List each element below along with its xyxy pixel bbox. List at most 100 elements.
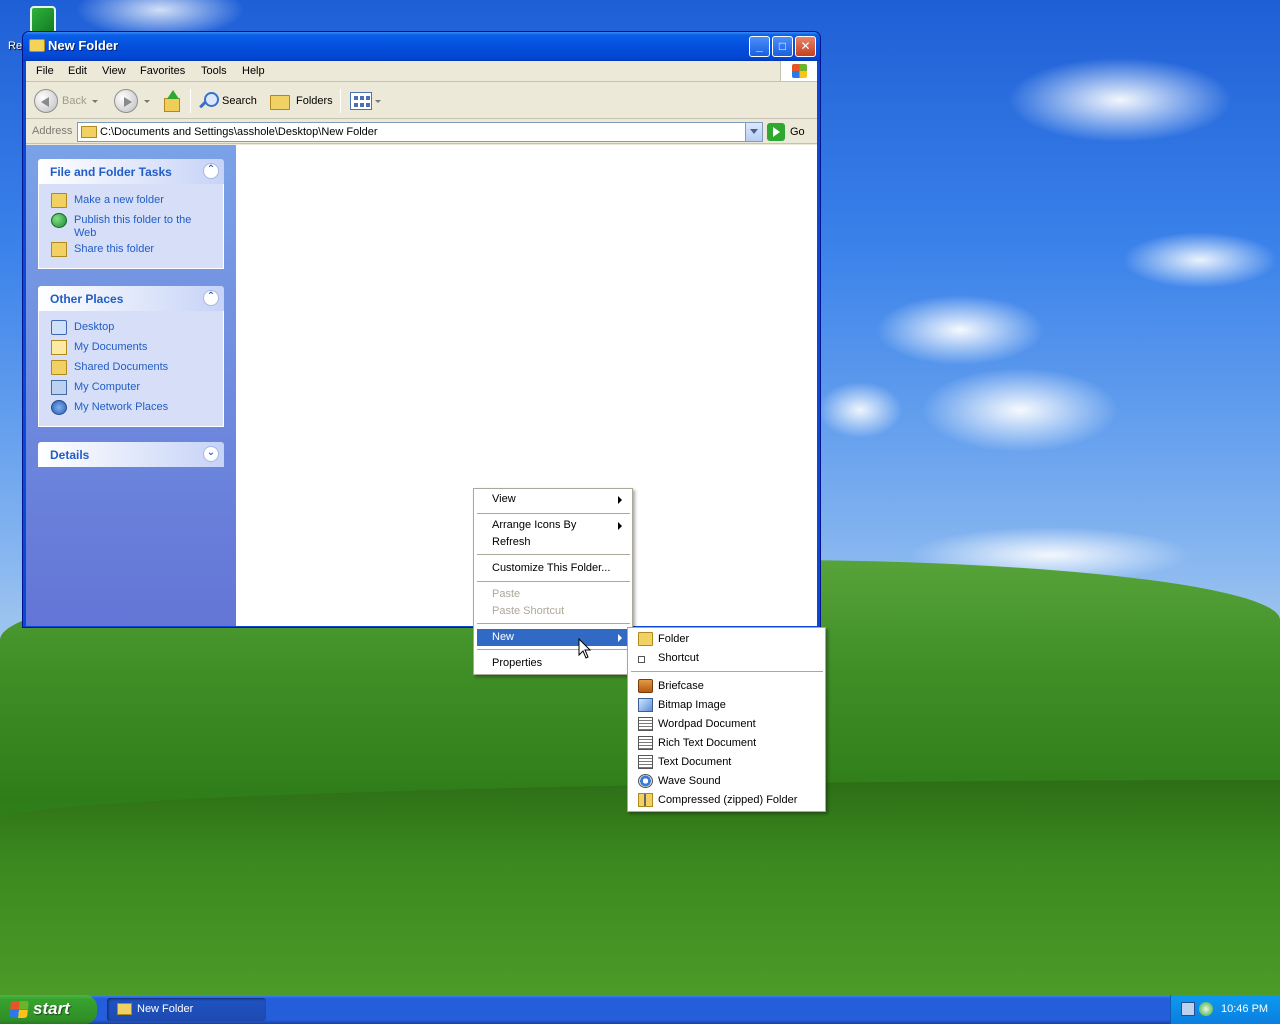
globe-icon bbox=[51, 213, 67, 228]
back-label: Back bbox=[62, 95, 87, 107]
panel-body: Make a new folder Publish this folder to… bbox=[38, 184, 224, 269]
submenu-arrow-icon bbox=[618, 634, 622, 642]
menu-view[interactable]: View bbox=[102, 65, 126, 77]
network-tray-icon[interactable] bbox=[1181, 1002, 1195, 1016]
new-shortcut-item[interactable]: Shortcut bbox=[631, 649, 823, 668]
menu-tools[interactable]: Tools bbox=[201, 65, 227, 77]
back-arrow-icon bbox=[34, 89, 58, 113]
task-share-folder[interactable]: Share this folder bbox=[39, 240, 223, 260]
place-label: Shared Documents bbox=[74, 361, 169, 373]
ctx-new[interactable]: New bbox=[477, 629, 629, 646]
address-label: Address bbox=[32, 125, 73, 137]
search-button[interactable]: Search bbox=[198, 87, 257, 115]
new-rich-text-item[interactable]: Rich Text Document bbox=[631, 734, 823, 753]
task-label: Share this folder bbox=[74, 243, 155, 255]
forward-arrow-icon bbox=[114, 89, 138, 113]
menu-file[interactable]: File bbox=[36, 65, 54, 77]
shortcut-icon bbox=[638, 656, 645, 663]
expand-icon[interactable]: ⌄ bbox=[203, 446, 219, 462]
ctx-view[interactable]: View bbox=[477, 491, 629, 508]
address-value: C:\Documents and Settings\asshole\Deskto… bbox=[100, 126, 378, 138]
place-desktop[interactable]: Desktop bbox=[39, 318, 223, 338]
start-label: start bbox=[33, 999, 70, 1018]
new-briefcase-item[interactable]: Briefcase bbox=[631, 677, 823, 696]
new-zip-folder-item[interactable]: Compressed (zipped) Folder bbox=[631, 791, 823, 810]
recycle-bin-icon bbox=[30, 6, 56, 34]
place-my-documents[interactable]: My Documents bbox=[39, 338, 223, 358]
submenu-label: Wave Sound bbox=[658, 775, 721, 787]
menu-separator bbox=[477, 649, 630, 650]
panel-header[interactable]: Other Places ⌃ bbox=[38, 286, 224, 311]
taskbar-button-new-folder[interactable]: New Folder bbox=[107, 998, 266, 1021]
new-bitmap-item[interactable]: Bitmap Image bbox=[631, 696, 823, 715]
new-folder-item[interactable]: Folder bbox=[631, 630, 823, 649]
taskbar: start New Folder 10:46 PM bbox=[0, 995, 1280, 1024]
place-label: My Computer bbox=[74, 381, 141, 393]
place-my-network-places[interactable]: My Network Places bbox=[39, 398, 223, 418]
address-dropdown-button[interactable] bbox=[745, 123, 762, 141]
address-input[interactable]: C:\Documents and Settings\asshole\Deskto… bbox=[77, 122, 763, 142]
up-folder-button[interactable] bbox=[162, 87, 182, 115]
task-publish-folder[interactable]: Publish this folder to the Web bbox=[39, 211, 223, 240]
ctx-arrange-icons[interactable]: Arrange Icons By bbox=[477, 517, 629, 534]
ctx-paste[interactable]: Paste bbox=[477, 586, 629, 603]
forward-button[interactable] bbox=[114, 87, 150, 115]
minimize-button[interactable]: _ bbox=[749, 36, 770, 57]
submenu-label: Compressed (zipped) Folder bbox=[658, 794, 798, 806]
update-tray-icon[interactable] bbox=[1199, 1002, 1213, 1016]
new-text-document-item[interactable]: Text Document bbox=[631, 753, 823, 772]
submenu-label: Wordpad Document bbox=[658, 718, 756, 730]
submenu-label: Folder bbox=[658, 633, 690, 645]
ctx-refresh[interactable]: Refresh bbox=[477, 534, 629, 551]
folders-button[interactable]: Folders bbox=[270, 87, 333, 115]
task-label: Make a new folder bbox=[74, 194, 164, 206]
maximize-button[interactable]: □ bbox=[772, 36, 793, 57]
place-shared-documents[interactable]: Shared Documents bbox=[39, 358, 223, 378]
new-folder-icon bbox=[51, 193, 67, 208]
system-tray: 10:46 PM bbox=[1170, 995, 1280, 1024]
network-icon bbox=[51, 400, 67, 415]
views-button[interactable] bbox=[350, 87, 381, 115]
panel-header[interactable]: Details ⌄ bbox=[38, 442, 224, 467]
ctx-properties[interactable]: Properties bbox=[477, 655, 629, 672]
go-button[interactable]: Go bbox=[767, 122, 805, 142]
clock[interactable]: 10:46 PM bbox=[1221, 1003, 1268, 1015]
new-wave-sound-item[interactable]: Wave Sound bbox=[631, 772, 823, 791]
place-label: My Documents bbox=[74, 341, 148, 353]
ctx-paste-shortcut[interactable]: Paste Shortcut bbox=[477, 603, 629, 620]
shared-folder-icon bbox=[51, 360, 67, 375]
folder-icon bbox=[117, 1003, 132, 1015]
collapse-icon[interactable]: ⌃ bbox=[203, 163, 219, 179]
folders-label: Folders bbox=[296, 95, 333, 107]
panel-header[interactable]: File and Folder Tasks ⌃ bbox=[38, 159, 224, 184]
share-folder-icon bbox=[51, 242, 67, 257]
menu-bar: File Edit View Favorites Tools Help bbox=[26, 61, 817, 82]
task-pane: File and Folder Tasks ⌃ Make a new folde… bbox=[26, 145, 236, 626]
menu-separator bbox=[477, 623, 630, 624]
panel-title: File and Folder Tasks bbox=[50, 165, 172, 179]
submenu-label: Text Document bbox=[658, 756, 732, 768]
wordpad-document-icon bbox=[638, 717, 653, 731]
computer-icon bbox=[51, 380, 67, 395]
menu-edit[interactable]: Edit bbox=[68, 65, 87, 77]
task-make-new-folder[interactable]: Make a new folder bbox=[39, 191, 223, 211]
start-button[interactable]: start bbox=[0, 995, 97, 1024]
toolbar: Back Search Folders bbox=[26, 83, 817, 119]
ctx-customize-folder[interactable]: Customize This Folder... bbox=[477, 560, 629, 577]
window-title: New Folder bbox=[48, 38, 119, 53]
menu-help[interactable]: Help bbox=[242, 65, 265, 77]
new-wordpad-item[interactable]: Wordpad Document bbox=[631, 715, 823, 734]
views-icon bbox=[350, 92, 372, 110]
toolbar-separator bbox=[190, 89, 191, 113]
collapse-icon[interactable]: ⌃ bbox=[203, 290, 219, 306]
back-button[interactable]: Back bbox=[34, 87, 99, 115]
new-submenu: Folder Shortcut Briefcase Bitmap Image W… bbox=[627, 627, 826, 812]
taskbar-button-label: New Folder bbox=[137, 1003, 194, 1015]
submenu-label: Briefcase bbox=[658, 680, 704, 692]
place-my-computer[interactable]: My Computer bbox=[39, 378, 223, 398]
title-bar[interactable]: New Folder _ □ ✕ bbox=[23, 32, 820, 61]
menu-favorites[interactable]: Favorites bbox=[140, 65, 185, 77]
chevron-down-icon bbox=[92, 99, 99, 103]
desktop-icon-label: Re bbox=[8, 40, 23, 52]
close-button[interactable]: ✕ bbox=[795, 36, 816, 57]
